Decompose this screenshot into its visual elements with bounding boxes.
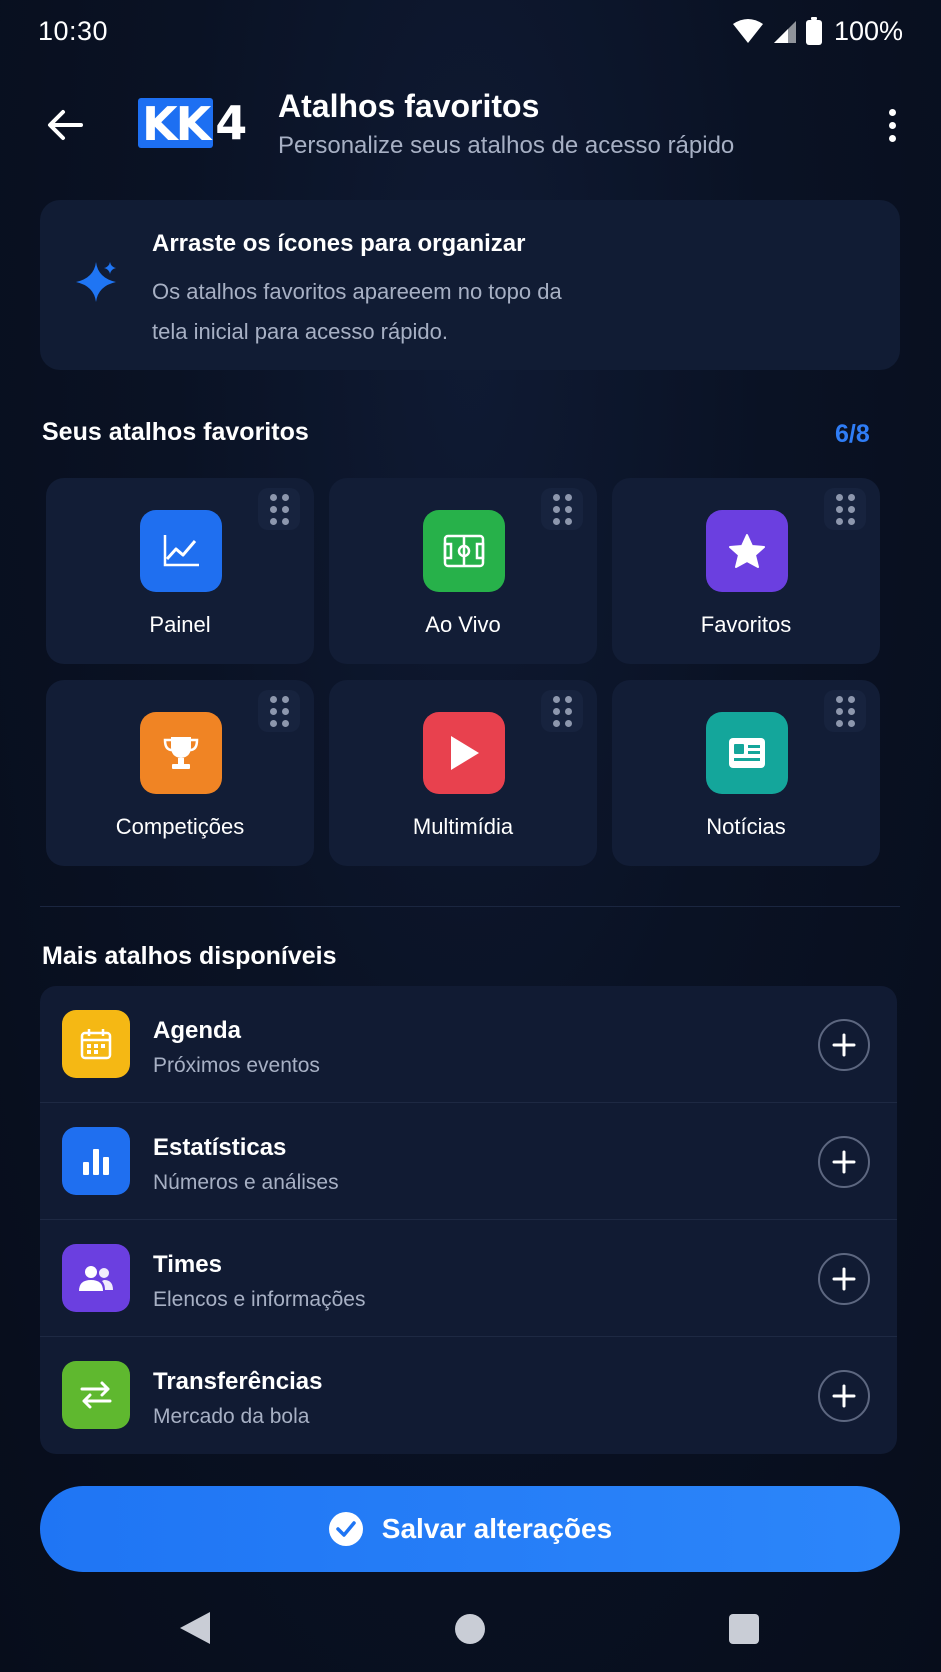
row-subtitle: Números e análises [153, 1171, 339, 1194]
save-changes-button[interactable]: Salvar alterações [40, 1486, 900, 1572]
more-vertical-icon-dot [888, 121, 896, 129]
drag-handle-icon[interactable] [258, 690, 300, 732]
tile-label: Competições [115, 814, 245, 839]
info-text: Os atalhos favoritos apareeem no topo da… [152, 279, 562, 344]
section-divider [40, 906, 900, 907]
tile-label: Painel [149, 612, 211, 637]
favorite-tile-favoritos[interactable]: Favoritos [612, 478, 880, 664]
app-header: KK 4 Atalhos favoritos Personalize seus a… [0, 80, 941, 168]
list-item-estatisticas: Estatísticas Números e análises [40, 1103, 897, 1220]
play-icon [423, 712, 505, 794]
status-bar: 10:30 100% [0, 0, 941, 62]
plus-icon [832, 1033, 856, 1057]
logo-4: 4 [215, 96, 247, 150]
more-options-button[interactable] [872, 102, 912, 148]
plus-icon [832, 1267, 856, 1291]
drag-handle-icon[interactable] [258, 488, 300, 530]
favorite-tile-painel[interactable]: Painel [46, 478, 314, 664]
page-title: Atalhos favoritos [278, 88, 540, 124]
star-icon [706, 510, 788, 592]
sparkle-icon [76, 262, 116, 302]
row-subtitle: Mercado da bola [153, 1405, 310, 1428]
row-title: Estatísticas [153, 1134, 287, 1161]
brand-logo: KK 4 [138, 96, 247, 150]
favorite-tile-noticias[interactable]: Notícias [612, 680, 880, 866]
add-shortcut-button[interactable] [818, 1370, 870, 1422]
status-icons: 100% [732, 16, 903, 47]
list-item-times: Times Elencos e informações [40, 1220, 897, 1337]
page-subtitle: Personalize seus atalhos de acesso rápid… [278, 132, 735, 159]
nav-home-icon[interactable] [455, 1614, 485, 1644]
tile-label: Ao Vivo [425, 612, 501, 637]
plus-icon [832, 1150, 856, 1174]
football-field-icon [423, 510, 505, 592]
more-vertical-icon-dot [888, 134, 896, 142]
users-icon [62, 1244, 130, 1312]
info-title: Arraste os ícones para organizar [152, 230, 526, 257]
favorites-count: 6/8 [835, 420, 870, 448]
favorite-tile-competicoes[interactable]: Competições [46, 680, 314, 866]
favorite-tile-multimidia[interactable]: Multimídia [329, 680, 597, 866]
bar-chart-icon [62, 1127, 130, 1195]
battery-percentage: 100% [833, 15, 903, 46]
save-button-label: Salvar alterações [381, 1513, 613, 1544]
more-section-title: Mais atalhos disponíveis [42, 942, 337, 970]
add-shortcut-button[interactable] [818, 1019, 870, 1071]
add-shortcut-button[interactable] [818, 1136, 870, 1188]
nav-back-icon[interactable] [178, 1610, 212, 1646]
check-circle-icon [328, 1512, 363, 1546]
tile-label: Notícias [706, 814, 786, 839]
wifi-icon [732, 19, 763, 43]
more-vertical-icon [888, 108, 896, 116]
chart-line-icon [140, 510, 222, 592]
system-nav-bar [0, 1592, 941, 1672]
nav-recents-icon[interactable] [729, 1614, 759, 1644]
row-subtitle: Elencos e informações [153, 1288, 366, 1311]
drag-handle-icon[interactable] [824, 690, 866, 732]
drag-handle-icon[interactable] [824, 488, 866, 530]
tile-label: Favoritos [700, 612, 792, 637]
more-shortcuts-list: Agenda Próximos eventos Estatísticas Núm… [40, 986, 897, 1454]
newspaper-icon [706, 712, 788, 794]
row-title: Transferências [153, 1368, 323, 1395]
tile-label: Multimídia [412, 814, 514, 839]
battery-icon [805, 17, 822, 45]
row-subtitle: Próximos eventos [153, 1054, 320, 1077]
signal-icon [773, 21, 796, 43]
drag-handle-icon[interactable] [541, 690, 583, 732]
back-button[interactable] [40, 100, 90, 150]
info-card: Arraste os ícones para organizar Os atal… [40, 200, 900, 370]
row-title: Times [153, 1251, 222, 1278]
transfer-arrows-icon [62, 1361, 130, 1429]
favorites-section-title: Seus atalhos favoritos [42, 418, 309, 446]
status-time: 10:30 [38, 15, 109, 46]
trophy-icon [140, 712, 222, 794]
row-title: Agenda [153, 1017, 242, 1044]
arrow-left-icon [48, 110, 83, 140]
calendar-icon [62, 1010, 130, 1078]
favorite-tile-ao-vivo[interactable]: Ao Vivo [329, 478, 597, 664]
plus-icon [832, 1384, 856, 1408]
list-item-transferencias: Transferências Mercado da bola [40, 1337, 897, 1454]
drag-handle-icon[interactable] [541, 488, 583, 530]
list-item-agenda: Agenda Próximos eventos [40, 986, 897, 1103]
add-shortcut-button[interactable] [818, 1253, 870, 1305]
logo-kk: KK [138, 98, 214, 148]
